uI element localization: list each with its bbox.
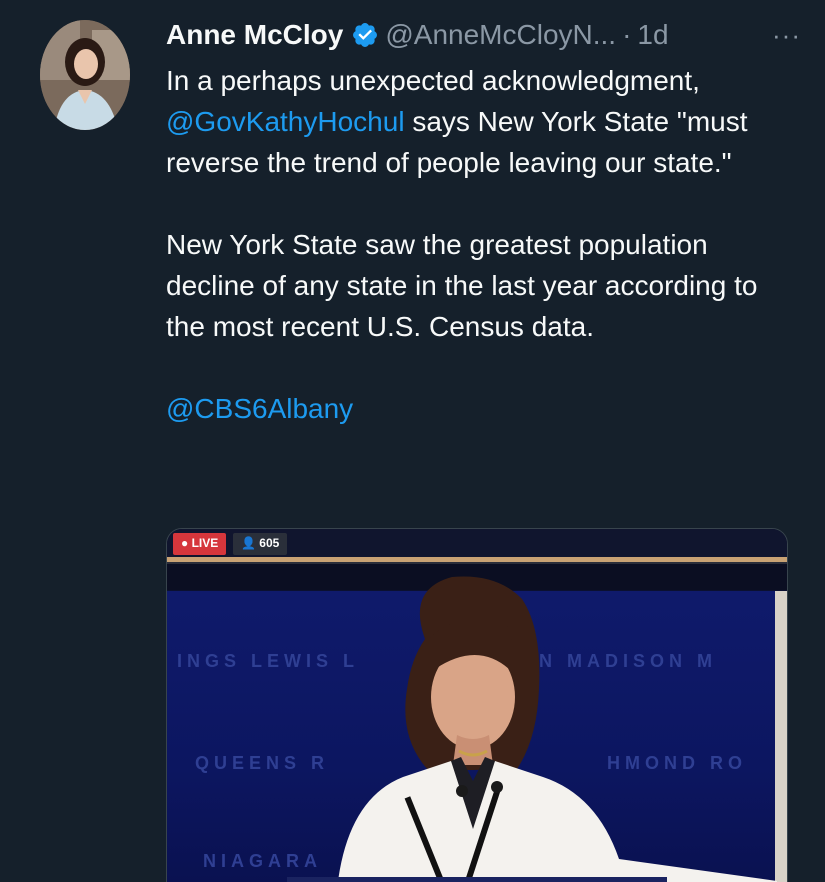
tweet-header: Anne McCloy @AnneMcCloyN... · 1d xyxy=(166,16,765,54)
mention-link-cbs6albany[interactable]: @CBS6Albany xyxy=(166,393,353,424)
separator-dot: · xyxy=(622,19,632,50)
tweet-paragraph-1: In a perhaps unexpected acknowledgment, … xyxy=(166,60,786,183)
tweet-text: In a perhaps unexpected acknowledgment, … xyxy=(166,60,786,429)
avatar[interactable] xyxy=(40,20,130,130)
tweet-paragraph-2: New York State saw the greatest populati… xyxy=(166,229,758,342)
tweet: Anne McCloy @AnneMcCloyN... · 1d ··· In … xyxy=(0,0,825,882)
author-name[interactable]: Anne McCloy xyxy=(166,19,343,51)
speaker-image xyxy=(287,576,777,882)
verified-badge-icon xyxy=(351,21,379,49)
tweet-text-segment: In a perhaps unexpected acknowledgment, xyxy=(166,65,700,96)
tweet-timestamp[interactable]: 1d xyxy=(637,19,668,51)
more-horizontal-icon[interactable]: ··· xyxy=(772,20,801,51)
author-handle[interactable]: @AnneMcCloyN... xyxy=(385,19,616,51)
mention-link-govkathyhochul[interactable]: @GovKathyHochul xyxy=(166,106,405,137)
video-media[interactable]: ● LIVE 👤 605 INGS LEWIS L N MADISON M QU… xyxy=(166,528,788,882)
